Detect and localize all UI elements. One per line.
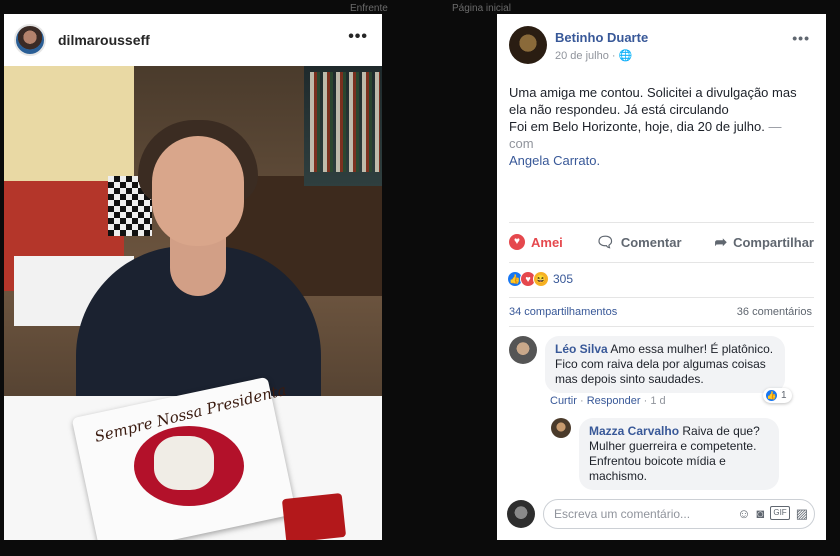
photo-dessert — [154, 436, 214, 490]
background-ghost-right: Página inicial — [452, 3, 511, 14]
comment-time[interactable]: 1 d — [650, 395, 665, 407]
photo-wall — [4, 66, 134, 186]
comment-composer: Escreva um comentário... ☺ ◙ GIF ▨ — [507, 498, 817, 530]
commenter-avatar[interactable] — [551, 418, 571, 438]
post-header: Betinho Duarte 20 de julho · 🌐 — [509, 26, 648, 64]
sticker-icon[interactable]: ▨ — [796, 506, 808, 522]
love-button[interactable]: ♥ Amei — [509, 234, 563, 250]
photo-person-face — [152, 136, 244, 246]
haha-reaction-icon: 😆 — [533, 271, 549, 287]
post-text-line1: Uma amiga me contou. Solicitei a divulga… — [509, 85, 797, 117]
comment-item: Léo Silva Amo essa mulher! É platônico. … — [509, 336, 785, 393]
instagram-photo: Sempre Nossa Presidenta — [4, 66, 382, 540]
viewer-avatar[interactable] — [507, 500, 535, 528]
share-button[interactable]: ➦ Compartilhar — [715, 233, 814, 251]
instagram-avatar[interactable] — [14, 24, 46, 56]
love-label: Amei — [531, 234, 563, 250]
photo-bottles — [310, 72, 380, 172]
comment-bubble: Léo Silva Amo essa mulher! É platônico. … — [545, 336, 785, 393]
comment-bubble: Mazza Carvalho Raiva de que? Mulher guer… — [579, 418, 779, 490]
comment-reply-item: Mazza Carvalho Raiva de que? Mulher guer… — [551, 418, 779, 490]
comment-reply-link[interactable]: Responder — [587, 395, 641, 407]
comment-actions: Curtir · Responder · 1 d — [550, 395, 666, 407]
commenter-name[interactable]: Mazza Carvalho — [589, 424, 679, 438]
post-date[interactable]: 20 de julho · 🌐 — [555, 49, 648, 62]
comment-button[interactable]: 🗨 Comentar — [596, 233, 682, 251]
heart-icon: ♥ — [509, 234, 525, 250]
shares-count[interactable]: 34 compartilhamentos — [509, 306, 617, 318]
instagram-header: dilmarousseff ••• — [4, 14, 382, 66]
background-ghost-left: Enfrente — [350, 3, 388, 14]
comment-input-placeholder: Escreva um comentário... — [554, 507, 691, 521]
facebook-post: Betinho Duarte 20 de julho · 🌐 ••• Uma a… — [497, 14, 826, 540]
share-icon: ➦ — [714, 234, 728, 251]
more-options-icon[interactable]: ••• — [348, 28, 368, 46]
divider — [509, 222, 814, 223]
author-meta: Betinho Duarte 20 de julho · 🌐 — [555, 26, 648, 64]
composer-icons: ☺ ◙ GIF ▨ — [737, 506, 808, 522]
divider — [509, 297, 814, 298]
comments-count[interactable]: 36 comentários — [737, 306, 812, 318]
comment-like-count[interactable]: 👍 1 — [763, 388, 792, 403]
post-actions: ♥ Amei 🗨 Comentar ➦ Compartilhar — [509, 227, 814, 257]
comment-label: Comentar — [620, 234, 682, 250]
share-label: Compartilhar — [733, 234, 814, 250]
reactions-count[interactable]: 305 — [553, 272, 573, 286]
author-name[interactable]: Betinho Duarte — [555, 30, 648, 45]
comment-like-link[interactable]: Curtir — [550, 395, 577, 407]
photo-phone — [281, 492, 347, 540]
like-reaction-icon: 👍 — [765, 389, 778, 402]
comment-input[interactable]: Escreva um comentário... ☺ ◙ GIF ▨ — [543, 499, 815, 529]
emoji-icon[interactable]: ☺ — [737, 506, 750, 522]
commenter-name[interactable]: Léo Silva — [555, 342, 608, 356]
post-text: Uma amiga me contou. Solicitei a divulga… — [509, 84, 809, 169]
tagged-person-link[interactable]: Angela Carrato. — [509, 153, 600, 168]
instagram-post: dilmarousseff ••• Sempre Nossa President… — [4, 14, 382, 540]
author-avatar[interactable] — [509, 26, 547, 64]
divider — [509, 326, 814, 327]
post-text-line2: Foi em Belo Horizonte, hoje, dia 20 de j… — [509, 119, 765, 134]
instagram-username[interactable]: dilmarousseff — [58, 32, 150, 48]
gif-icon[interactable]: GIF — [770, 506, 790, 520]
camera-icon[interactable]: ◙ — [757, 506, 765, 522]
comment-likes: 1 — [781, 390, 787, 401]
post-more-icon[interactable]: ••• — [792, 30, 810, 46]
comment-icon: 🗨 — [595, 234, 615, 251]
reactions-summary[interactable]: 👍 ♥ 😆 305 — [507, 271, 573, 287]
divider — [509, 262, 814, 263]
commenter-avatar[interactable] — [509, 336, 537, 364]
